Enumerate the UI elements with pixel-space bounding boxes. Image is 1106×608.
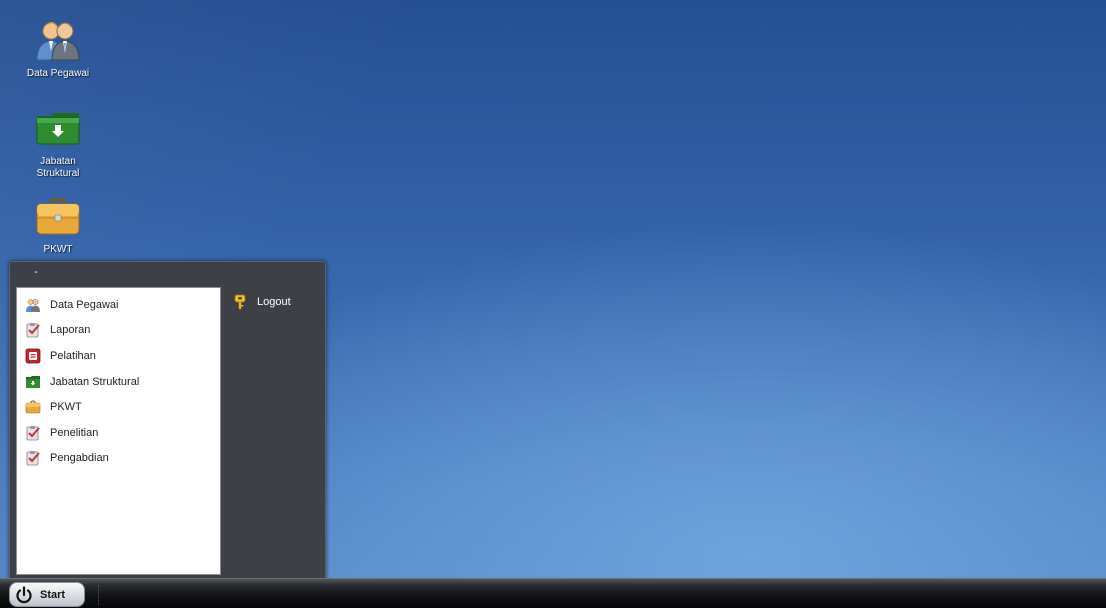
- clipboard-check-icon: [26, 451, 40, 466]
- start-menu-header: -: [34, 266, 38, 278]
- desktop-icon-pkwt[interactable]: PKWT: [20, 192, 96, 256]
- menu-item-pengabdian[interactable]: Pengabdian: [17, 446, 220, 472]
- logout-button[interactable]: Logout: [226, 289, 318, 315]
- menu-item-jabatan-struktural[interactable]: Jabatan Struktural: [17, 369, 220, 395]
- clipboard-check-icon: [26, 425, 40, 441]
- menu-item-pkwt[interactable]: PKWT: [17, 394, 220, 420]
- red-book-icon: [25, 348, 41, 364]
- menu-item-pelatihan[interactable]: Pelatihan: [17, 343, 220, 369]
- menu-item-label: PKWT: [50, 401, 82, 414]
- key-icon: [234, 294, 246, 310]
- desktop-icon-label: Data Pegawai: [26, 68, 90, 79]
- users-icon: [26, 298, 40, 312]
- desktop-icon-label: PKWT: [43, 244, 73, 255]
- start-label: Start: [40, 588, 66, 601]
- taskbar: Start: [0, 578, 1106, 608]
- menu-item-label: Jabatan Struktural: [50, 375, 140, 388]
- desktop-icon-data-pegawai[interactable]: Data Pegawai: [20, 16, 96, 80]
- clipboard-check-icon: [26, 323, 40, 338]
- power-icon: [16, 585, 32, 603]
- start-menu-tools: Logout: [226, 287, 318, 315]
- briefcase-icon: [36, 197, 80, 235]
- start-menu: - Data Pegawai Laporan Pelatihan Jabatan…: [9, 261, 326, 581]
- menu-item-label: Laporan: [50, 324, 91, 337]
- green-folder-icon: [36, 113, 80, 145]
- logout-label: Logout: [257, 296, 291, 308]
- menu-item-label: Penelitian: [50, 426, 99, 439]
- menu-item-laporan[interactable]: Laporan: [17, 318, 220, 344]
- taskbar-separator: [98, 585, 99, 605]
- desktop-icon-label: Jabatan Struktural: [36, 156, 80, 179]
- start-button[interactable]: Start: [9, 582, 85, 607]
- menu-item-penelitian[interactable]: Penelitian: [17, 420, 220, 446]
- menu-item-label: Pelatihan: [50, 349, 96, 362]
- users-icon: [36, 22, 80, 61]
- menu-item-data-pegawai[interactable]: Data Pegawai: [17, 292, 220, 318]
- start-menu-programs: Data Pegawai Laporan Pelatihan Jabatan S…: [16, 287, 221, 575]
- desktop: Data Pegawai Jabatan Struktural PKWT - D…: [0, 0, 1106, 608]
- desktop-icon-jabatan-struktural[interactable]: Jabatan Struktural: [20, 104, 96, 180]
- menu-item-label: Data Pegawai: [50, 298, 119, 311]
- briefcase-icon: [25, 400, 41, 414]
- green-folder-icon: [26, 375, 40, 388]
- menu-item-label: Pengabdian: [50, 452, 109, 465]
